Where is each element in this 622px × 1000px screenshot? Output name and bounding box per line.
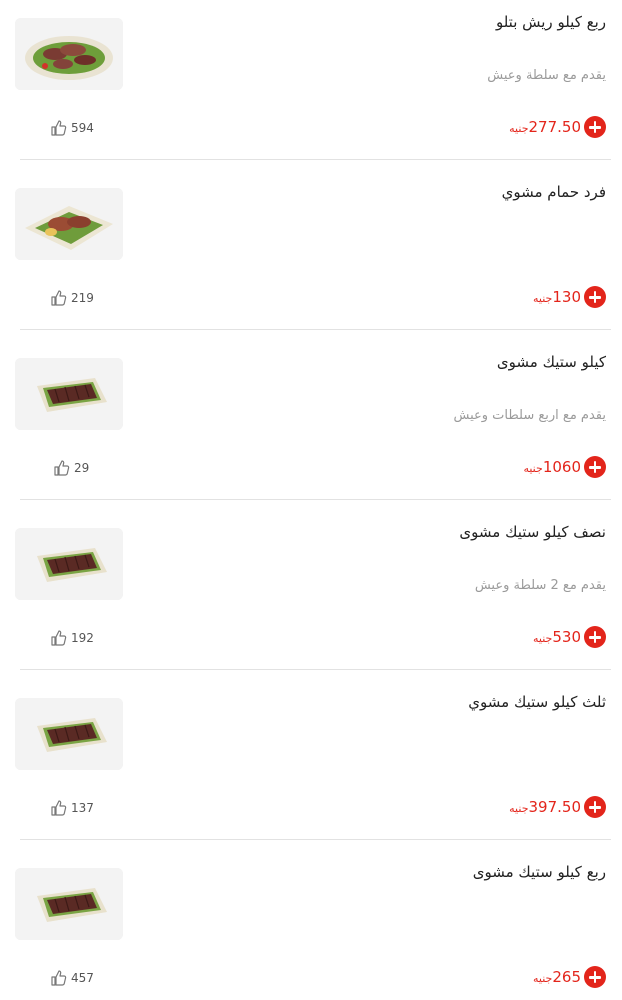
thumbs-up-icon xyxy=(51,120,67,136)
price-amount: 130 xyxy=(552,288,581,306)
menu-item[interactable]: ربع كيلو ستيك مشوى جنيه 265 457 xyxy=(0,850,622,1000)
price: جنيه 277.50 xyxy=(509,118,581,136)
like-button[interactable]: 192 xyxy=(50,629,94,647)
dish-name: ثلث كيلو ستيك مشوي xyxy=(468,693,606,711)
steak-tray-photo xyxy=(15,358,123,430)
dish-name: ربع كيلو ستيك مشوى xyxy=(472,863,606,881)
like-button[interactable]: 457 xyxy=(50,969,94,987)
dish-image[interactable] xyxy=(15,698,123,770)
price-amount: 397.50 xyxy=(528,798,582,816)
like-button[interactable]: 594 xyxy=(50,119,94,137)
add-to-cart-button[interactable] xyxy=(584,286,606,308)
dish-name: نصف كيلو ستيك مشوى xyxy=(459,523,606,541)
divider xyxy=(20,499,611,500)
dish-image[interactable] xyxy=(15,18,123,90)
dish-description: يقدم مع 2 سلطة وعيش xyxy=(474,578,606,593)
price-amount: 265 xyxy=(552,968,581,986)
veal-ribs-photo xyxy=(15,18,123,90)
divider xyxy=(20,159,611,160)
price-currency: جنيه xyxy=(533,632,553,645)
dish-image[interactable] xyxy=(15,358,123,430)
add-to-cart-button[interactable] xyxy=(584,116,606,138)
price-currency: جنيه xyxy=(533,972,553,985)
dish-image[interactable] xyxy=(15,868,123,940)
add-to-cart-button[interactable] xyxy=(584,796,606,818)
dish-name: فرد حمام مشوي xyxy=(501,183,606,201)
like-count: 29 xyxy=(74,461,90,475)
price: جنيه 1060 xyxy=(523,458,581,476)
dish-description: يقدم مع اربع سلطات وعيش xyxy=(453,408,607,423)
price-row: جنيه 530 xyxy=(533,626,606,648)
price-row: جنيه 397.50 xyxy=(509,796,606,818)
menu-item[interactable]: ربع كيلو ريش بتلو يقدم مع سلطة وعيش جنيه… xyxy=(0,0,622,170)
menu-list: ربع كيلو ريش بتلو يقدم مع سلطة وعيش جنيه… xyxy=(0,0,622,1000)
price: جنيه 130 xyxy=(533,288,581,306)
menu-item[interactable]: فرد حمام مشوي جنيه 130 219 xyxy=(0,170,622,340)
dish-description: يقدم مع سلطة وعيش xyxy=(487,68,606,83)
steak-tray-photo xyxy=(15,528,123,600)
price-currency: جنيه xyxy=(523,462,543,475)
thumbs-up-icon xyxy=(51,290,67,306)
thumbs-up-icon xyxy=(51,970,67,986)
like-count: 594 xyxy=(71,121,94,135)
thumbs-up-icon xyxy=(54,460,70,476)
dish-name: كيلو ستيك مشوى xyxy=(496,353,606,371)
price-currency: جنيه xyxy=(533,292,553,305)
dish-image[interactable] xyxy=(15,528,123,600)
menu-item[interactable]: نصف كيلو ستيك مشوى يقدم مع 2 سلطة وعيش ج… xyxy=(0,510,622,680)
add-to-cart-button[interactable] xyxy=(584,966,606,988)
thumbs-up-icon xyxy=(51,630,67,646)
add-to-cart-button[interactable] xyxy=(584,626,606,648)
price-row: جنيه 277.50 xyxy=(509,116,606,138)
add-to-cart-button[interactable] xyxy=(584,456,606,478)
divider xyxy=(20,669,611,670)
dish-image[interactable] xyxy=(15,188,123,260)
like-button[interactable]: 219 xyxy=(50,289,94,307)
price-currency: جنيه xyxy=(509,122,529,135)
menu-item[interactable]: ثلث كيلو ستيك مشوي جنيه 397.50 137 xyxy=(0,680,622,850)
price-row: جنيه 265 xyxy=(533,966,606,988)
steak-tray-photo xyxy=(15,868,123,940)
price: جنيه 265 xyxy=(533,968,581,986)
price-amount: 277.50 xyxy=(528,118,582,136)
like-button[interactable]: 29 xyxy=(53,459,89,477)
like-button[interactable]: 137 xyxy=(50,799,94,817)
thumbs-up-icon xyxy=(51,800,67,816)
price-currency: جنيه xyxy=(509,802,529,815)
like-count: 192 xyxy=(71,631,94,645)
dish-name: ربع كيلو ريش بتلو xyxy=(495,13,606,31)
like-count: 137 xyxy=(71,801,94,815)
grilled-pigeon-photo xyxy=(15,188,123,260)
divider xyxy=(20,329,611,330)
price: جنيه 397.50 xyxy=(509,798,581,816)
like-count: 219 xyxy=(71,291,94,305)
like-count: 457 xyxy=(71,971,94,985)
price: جنيه 530 xyxy=(533,628,581,646)
price-amount: 1060 xyxy=(542,458,581,476)
steak-tray-photo xyxy=(15,698,123,770)
price-row: جنيه 130 xyxy=(533,286,606,308)
price-amount: 530 xyxy=(552,628,581,646)
price-row: جنيه 1060 xyxy=(523,456,606,478)
menu-item[interactable]: كيلو ستيك مشوى يقدم مع اربع سلطات وعيش ج… xyxy=(0,340,622,510)
divider xyxy=(20,839,611,840)
